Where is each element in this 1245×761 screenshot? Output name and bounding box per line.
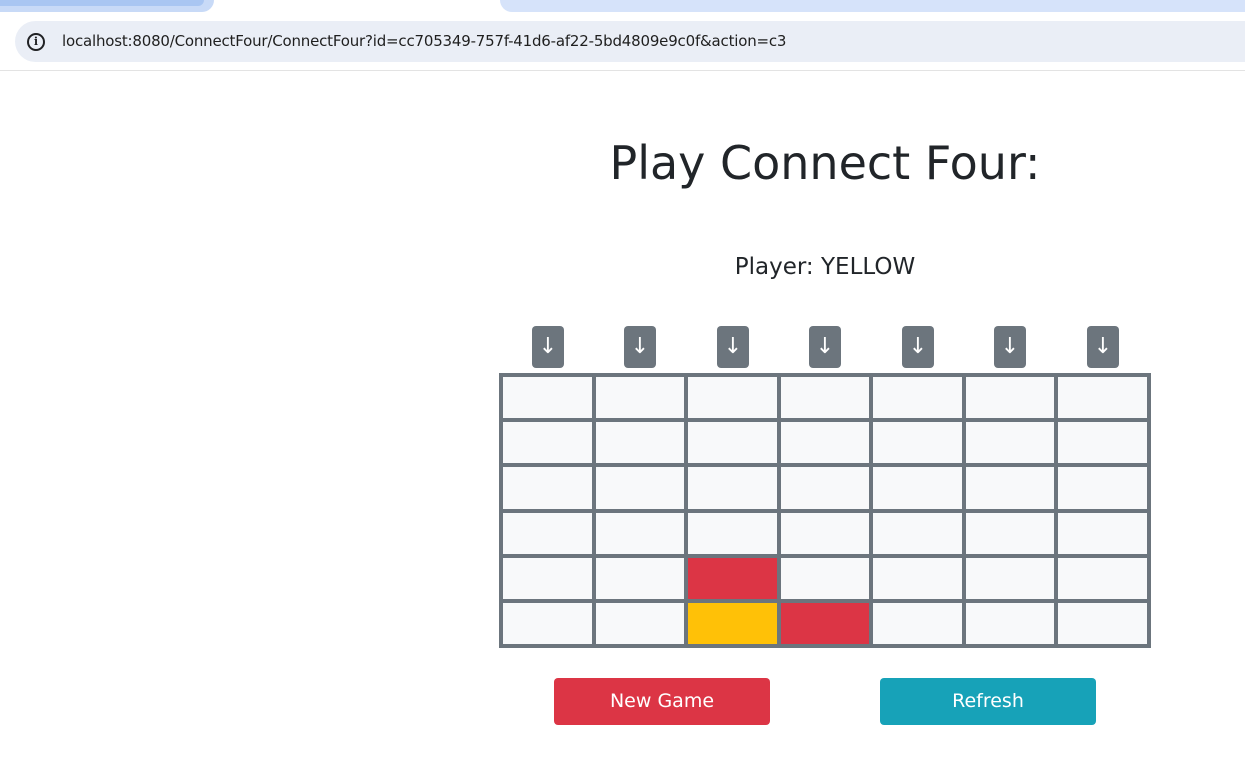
info-icon[interactable]: i (27, 33, 45, 51)
board-cell-r1-c4 (780, 377, 870, 419)
board-cell-r3-c7 (1058, 467, 1147, 509)
page-title: Play Connect Four: (609, 136, 1041, 190)
drop-column-6-button[interactable]: ↓ (994, 326, 1026, 368)
current-player-label: Player: YELLOW (734, 254, 916, 280)
browser-tab-strip[interactable] (500, 0, 1245, 12)
board-cell-r6-c1 (503, 602, 592, 644)
board-cell-r5-c4 (780, 557, 870, 599)
board-cell-r4-c1 (503, 512, 592, 554)
address-bar[interactable]: i localhost:8080/ConnectFour/ConnectFour… (15, 21, 1245, 62)
board-cell-r1-c7 (1058, 377, 1147, 419)
board-cell-r5-c1 (503, 557, 592, 599)
board-cell-r6-c4-red (780, 602, 870, 644)
board-cell-r2-c2 (595, 422, 685, 464)
board-cell-r1-c2 (595, 377, 685, 419)
board-cell-r1-c3 (688, 377, 777, 419)
board-cell-r3-c3 (688, 467, 777, 509)
browser-chrome: i localhost:8080/ConnectFour/ConnectFour… (0, 0, 1245, 71)
board-cell-r2-c7 (1058, 422, 1147, 464)
board-cell-r3-c4 (780, 467, 870, 509)
drop-column-7-button[interactable]: ↓ (1087, 326, 1119, 368)
board-cell-r4-c7 (1058, 512, 1147, 554)
board-cell-r2-c3 (688, 422, 777, 464)
drop-column-2-button[interactable]: ↓ (624, 326, 656, 368)
new-game-button[interactable]: New Game (554, 678, 770, 725)
board-cell-r3-c5 (873, 467, 962, 509)
board-cell-r6-c3-yellow (688, 602, 777, 644)
board-cell-r3-c6 (965, 467, 1055, 509)
board-cell-r6-c7 (1058, 602, 1147, 644)
board-cell-r3-c2 (595, 467, 685, 509)
address-bar-url[interactable]: localhost:8080/ConnectFour/ConnectFour?i… (62, 32, 786, 50)
board-cell-r5-c3-red (688, 557, 777, 599)
board-cell-r2-c1 (503, 422, 592, 464)
board-cell-r6-c2 (595, 602, 685, 644)
browser-tab-active[interactable] (0, 0, 214, 12)
board-cell-r1-c5 (873, 377, 962, 419)
drop-column-5-button[interactable]: ↓ (902, 326, 934, 368)
board-cell-r6-c5 (873, 602, 962, 644)
refresh-button[interactable]: Refresh (880, 678, 1096, 725)
board-cell-r6-c6 (965, 602, 1055, 644)
board-cell-r4-c5 (873, 512, 962, 554)
board-cell-r5-c7 (1058, 557, 1147, 599)
drop-column-3-button[interactable]: ↓ (717, 326, 749, 368)
board-cell-r4-c4 (780, 512, 870, 554)
board-cell-r5-c2 (595, 557, 685, 599)
board-cell-r5-c6 (965, 557, 1055, 599)
board-cell-r1-c1 (503, 377, 592, 419)
board-cell-r4-c2 (595, 512, 685, 554)
board-cell-r5-c5 (873, 557, 962, 599)
board-cell-r2-c4 (780, 422, 870, 464)
board-cell-r2-c5 (873, 422, 962, 464)
game-board (499, 373, 1151, 648)
board-cell-r1-c6 (965, 377, 1055, 419)
board-cell-r3-c1 (503, 467, 592, 509)
drop-button-row: ↓ ↓ ↓ ↓ ↓ ↓ ↓ (500, 326, 1150, 368)
drop-column-4-button[interactable]: ↓ (809, 326, 841, 368)
browser-tab-highlight (0, 0, 204, 6)
board-cell-r4-c3 (688, 512, 777, 554)
drop-column-1-button[interactable]: ↓ (532, 326, 564, 368)
board-cell-r2-c6 (965, 422, 1055, 464)
board-cell-r4-c6 (965, 512, 1055, 554)
